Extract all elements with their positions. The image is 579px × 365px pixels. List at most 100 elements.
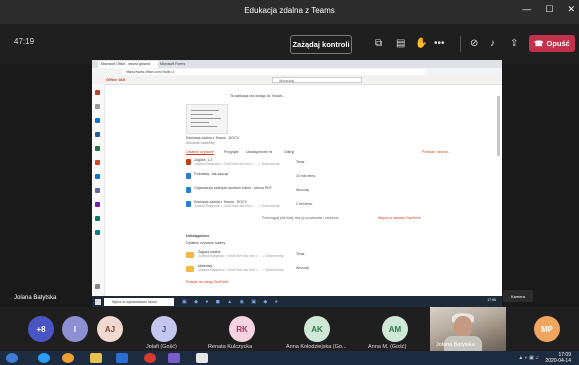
onenote-icon — [95, 202, 100, 207]
chat-icon[interactable]: ▤ — [396, 38, 405, 49]
start-icon[interactable] — [6, 353, 18, 363]
upload-link[interactable]: Przekaż i otwórz... — [422, 150, 451, 154]
file-icon — [186, 159, 191, 165]
teams-taskbar-icon[interactable] — [168, 353, 180, 363]
thumb-line — [191, 110, 219, 111]
leave-label: Opuść — [546, 39, 570, 48]
more-in-onedrive-link[interactable]: Więcej w usłudze OneDrive — [378, 216, 421, 220]
minimize-icon[interactable]: — — [522, 4, 531, 15]
file-name: Organizacja zdalnych spotkań online - st… — [194, 186, 272, 190]
thumb-line — [191, 126, 217, 127]
window-controls: — ☐ ✕ — [522, 4, 575, 15]
excel-icon — [95, 146, 100, 151]
file-meta: Jolanta Batytska > OneDrive dla firm > .… — [194, 162, 280, 166]
participant-avatar[interactable]: RK — [229, 316, 255, 342]
calendar-icon[interactable] — [196, 353, 208, 363]
mic-off-icon[interactable]: ♪ — [490, 38, 495, 49]
camera-off-icon[interactable]: ⊘ — [470, 38, 478, 49]
participant-video-tile[interactable]: Jolana Batytska — [430, 307, 506, 351]
powerpoint-icon — [95, 160, 100, 165]
shared-search-box: Wpisz tu wyszukiwane słowo — [104, 298, 174, 306]
browser-address-bar: https://www.office.com/?auth=2 — [92, 68, 502, 76]
file-date: Wczoraj — [296, 188, 309, 192]
share-tray-icon[interactable]: ⇪ — [510, 38, 518, 49]
folder-meta: Jolanta Batytska > OneDrive dla firm > .… — [198, 268, 284, 272]
word-taskbar-icon[interactable] — [116, 353, 128, 363]
file-date: Teraz — [296, 160, 305, 164]
video-person-face — [454, 316, 472, 338]
meeting-toolbar: 47:19 Zażądaj kontroli ⧉ ▤ ✋ ••• ⊘ ♪ ⇪ ☎… — [0, 24, 579, 64]
file-explorer-icon[interactable] — [90, 353, 102, 363]
all-apps-icon — [95, 284, 100, 289]
participant-avatar[interactable]: MP — [534, 316, 560, 342]
system-tray-icon[interactable]: ▲ ◐ ▣ ♫ — [518, 355, 539, 361]
doc-title: Ta aplikacja ma dostęp do Twoich... — [230, 94, 286, 98]
clock-date: 2020-04-14 — [545, 358, 571, 364]
participant-avatar[interactable]: AK — [304, 316, 330, 342]
more-actions-icon[interactable]: ••• — [434, 38, 445, 49]
content-scrollbar[interactable] — [497, 96, 500, 156]
file-icon — [186, 173, 191, 179]
window-titlebar: Edukacja zdalna z Teams — ☐ ✕ — [0, 0, 579, 24]
participant-avatar[interactable]: J — [151, 316, 177, 342]
file-date: 10 min temu — [296, 174, 316, 178]
phone-icon: ☎ — [534, 39, 544, 48]
folder-icon — [186, 252, 194, 258]
onedrive-icon — [95, 174, 100, 179]
doc-subcaption: Aktualne materiały — [186, 141, 215, 145]
folder-date: Wczoraj — [296, 266, 309, 270]
doc-caption: Edukacja zdalna z Teams - DOCX — [186, 136, 239, 140]
shared-clock: 17:06 — [487, 298, 496, 302]
file-row[interactable]: Podstawy: Jak zacząć 10 min temu — [186, 172, 436, 182]
tab-pinned[interactable]: Przypięte — [224, 150, 239, 154]
add-icon — [95, 104, 100, 109]
toolbar-divider — [460, 36, 461, 52]
file-icon — [186, 187, 191, 193]
file-row[interactable]: Edukacja zdalna z Teams - DOCX Jolanta B… — [186, 200, 436, 210]
teams-icon — [95, 188, 100, 193]
outlook-icon — [95, 118, 100, 123]
request-control-button[interactable]: Zażądaj kontroli — [290, 35, 352, 54]
people-icon[interactable]: ⧉ — [375, 38, 382, 49]
tab-discover[interactable]: Odkryj — [284, 150, 294, 154]
participant-name: Anna M. (Gość) — [368, 344, 407, 350]
browser-icon[interactable] — [38, 353, 50, 363]
meeting-timer: 47:19 — [14, 37, 35, 46]
participant-avatar[interactable]: AM — [382, 316, 408, 342]
file-name: Podstawy: Jak zacząć — [194, 172, 229, 176]
word-icon — [95, 132, 100, 137]
tab-recent[interactable]: Ostatnie używane — [186, 150, 214, 155]
windows-icon — [95, 299, 101, 305]
leave-button[interactable]: ☎ Opuść — [529, 35, 575, 52]
office-content: Ta aplikacja ma dostęp do Twoich... Eduk… — [142, 84, 472, 308]
file-row[interactable]: Organizacja zdalnych spotkań online - st… — [186, 186, 436, 196]
doc-thumbnail — [186, 104, 228, 134]
office-home-icon — [95, 90, 100, 95]
folder-icon — [186, 266, 194, 272]
thumb-line — [191, 122, 209, 123]
firefox-icon[interactable] — [62, 353, 74, 363]
video-tile-name: Jolana Batytska — [436, 342, 475, 348]
folder-date: Teraz — [296, 252, 305, 256]
participant-avatar[interactable]: I — [62, 316, 88, 342]
shared-taskbar-apps-icon: ▣ ◆ ● ◼ ▲ ◉ ▣ ◆ ● — [182, 299, 281, 305]
office-app-rail — [92, 84, 105, 308]
folder-meta: Jolanta Batytska > OneDrive dla firm > .… — [198, 254, 284, 258]
participant-avatar[interactable]: AJ — [97, 316, 123, 342]
browser-tab-strip: Microsoft Office - strona główna Microso… — [92, 60, 502, 68]
office-search: Wyszukaj — [272, 77, 362, 83]
close-icon[interactable]: ✕ — [567, 4, 575, 15]
go-onedrive-link[interactable]: Przejdź do usługi OneDrive — [186, 280, 228, 284]
file-row[interactable]: Zajęcia: 1-3 Jolanta Batytska > OneDrive… — [186, 158, 436, 168]
meeting-stage: Microsoft Office - strona główna Microso… — [0, 60, 579, 308]
raise-hand-icon[interactable]: ✋ — [415, 38, 427, 49]
windows-taskbar: ▲ ◐ ▣ ♫ 17:09 2020-04-14 — [0, 351, 579, 365]
taskbar-clock[interactable]: 17:09 2020-04-14 — [545, 352, 571, 364]
overflow-participants-button[interactable]: +8 — [28, 316, 54, 342]
opera-icon[interactable] — [144, 353, 156, 363]
shared-screen: Microsoft Office - strona główna Microso… — [92, 60, 502, 308]
tab-shared[interactable]: Udostępnione mi — [246, 150, 272, 154]
window-title: Edukacja zdalna z Teams — [244, 6, 335, 15]
file-meta: Jolanta Batytska > OneDrive dla firm > .… — [194, 204, 280, 208]
maximize-icon[interactable]: ☐ — [545, 4, 553, 15]
